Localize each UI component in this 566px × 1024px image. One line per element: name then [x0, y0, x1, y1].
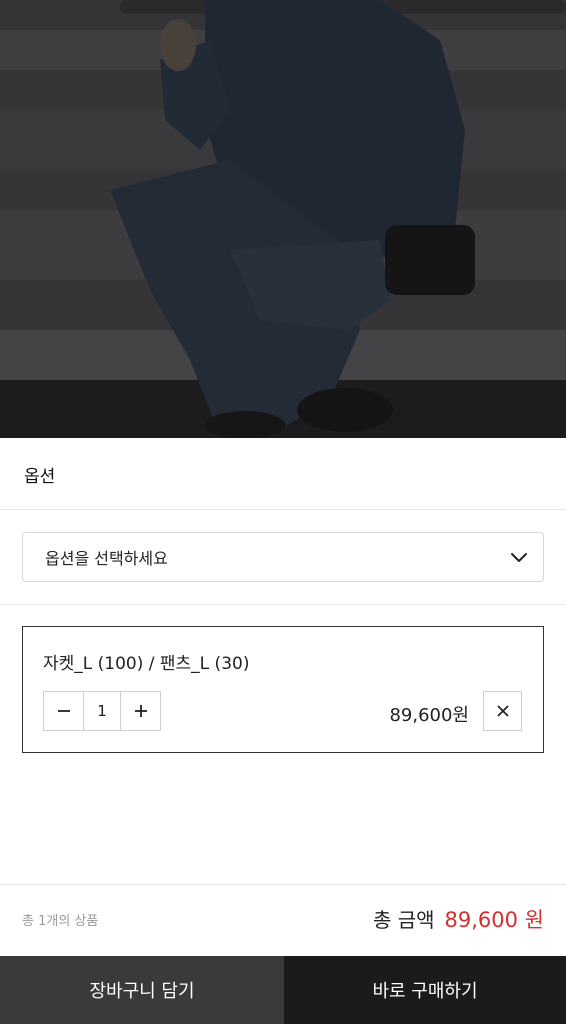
close-icon — [496, 705, 509, 717]
increase-quantity-button[interactable] — [121, 692, 160, 730]
total-price-label: 총 금액 — [372, 908, 435, 932]
remove-option-button[interactable] — [483, 691, 522, 731]
divider — [0, 509, 566, 510]
action-bar: 장바구니 담기 바로 구매하기 — [0, 956, 566, 1024]
product-photo-illustration — [0, 0, 566, 438]
add-to-cart-button[interactable]: 장바구니 담기 — [0, 956, 284, 1024]
minus-icon — [57, 710, 70, 712]
product-photo — [0, 0, 566, 438]
divider — [0, 604, 566, 605]
sheet-title: 옵션 — [24, 467, 56, 487]
quantity-stepper: 1 — [43, 691, 161, 731]
selected-option-price: 89,600원 — [389, 705, 469, 726]
option-select-placeholder: 옵션을 선택하세요 — [45, 549, 168, 568]
total-price-amount: 89,600 원 — [444, 908, 544, 932]
option-select-dropdown[interactable]: 옵션을 선택하세요 — [22, 532, 544, 582]
item-count-text: 총 1개의 상품 — [22, 914, 99, 929]
buy-now-button[interactable]: 바로 구매하기 — [284, 956, 566, 1024]
decrease-quantity-button[interactable] — [44, 692, 83, 730]
selected-option-card: 자켓_L (100) / 팬츠_L (30) 1 89,600원 — [22, 626, 544, 753]
total-price-row: 총 금액 89,600 원 — [373, 904, 544, 934]
options-sheet: 옵션 옵션을 선택하세요 자켓_L (100) / 팬츠_L (30) 1 89… — [0, 438, 566, 1024]
chevron-down-icon — [511, 553, 527, 562]
quantity-value[interactable]: 1 — [83, 692, 121, 730]
plus-icon — [134, 705, 147, 717]
divider — [0, 884, 566, 885]
selected-option-name: 자켓_L (100) / 팬츠_L (30) — [43, 654, 250, 674]
